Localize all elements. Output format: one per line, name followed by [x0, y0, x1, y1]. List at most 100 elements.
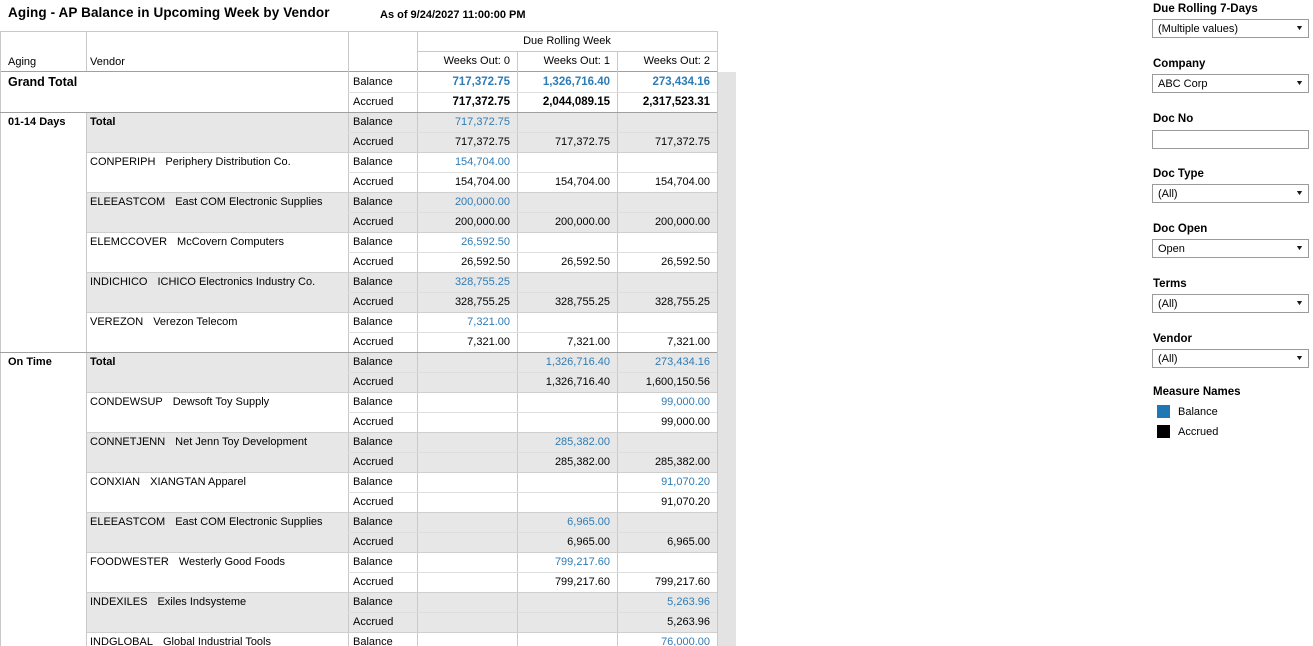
value-cell[interactable]: 154,704.00 — [617, 172, 717, 192]
value-cell[interactable]: 717,372.75 — [417, 112, 517, 132]
value-cell[interactable]: 91,070.20 — [617, 492, 717, 512]
value-cell[interactable]: 1,600,150.56 — [617, 372, 717, 392]
value-cell[interactable]: 7,321.00 — [617, 332, 717, 352]
value-cell[interactable] — [417, 472, 517, 492]
measure-label[interactable]: Accrued — [348, 372, 417, 392]
value-cell[interactable] — [417, 392, 517, 412]
value-cell[interactable]: 6,965.00 — [617, 532, 717, 552]
value-cell[interactable] — [417, 592, 517, 612]
value-cell[interactable]: 285,382.00 — [517, 452, 617, 472]
value-cell[interactable]: 99,000.00 — [617, 392, 717, 412]
column-header-weeks-out-0[interactable]: Weeks Out: 0 — [417, 51, 517, 71]
value-cell[interactable]: 1,326,716.40 — [517, 352, 617, 372]
value-cell[interactable] — [617, 512, 717, 532]
total-cell[interactable]: Total — [86, 112, 348, 132]
measure-label[interactable]: Accrued — [348, 132, 417, 152]
value-cell[interactable] — [517, 592, 617, 612]
measure-label[interactable]: Accrued — [348, 532, 417, 552]
value-cell[interactable]: 7,321.00 — [417, 312, 517, 332]
vendor-cell[interactable]: ELEEASTCOMEast COM Electronic Supplies — [86, 512, 348, 532]
value-cell[interactable] — [517, 612, 617, 632]
measure-label[interactable]: Balance — [348, 432, 417, 452]
column-header-due-rolling-week[interactable]: Due Rolling Week — [417, 31, 717, 51]
vendor-cell[interactable]: ELEMCCOVERMcCovern Computers — [86, 232, 348, 252]
value-cell[interactable]: 6,965.00 — [517, 512, 617, 532]
value-cell[interactable] — [417, 352, 517, 372]
value-cell[interactable]: 200,000.00 — [617, 212, 717, 232]
value-cell[interactable] — [517, 472, 617, 492]
value-cell[interactable]: 1,326,716.40 — [517, 372, 617, 392]
value-cell[interactable]: 154,704.00 — [417, 172, 517, 192]
vendor-cell[interactable]: INDGLOBALGlobal Industrial Tools — [86, 632, 348, 646]
value-cell[interactable]: 285,382.00 — [617, 452, 717, 472]
value-cell[interactable]: 5,263.96 — [617, 592, 717, 612]
measure-label[interactable]: Balance — [348, 112, 417, 132]
measure-label[interactable]: Accrued — [348, 332, 417, 352]
value-cell[interactable]: 200,000.00 — [417, 212, 517, 232]
measure-label[interactable]: Balance — [348, 352, 417, 372]
value-cell[interactable]: 799,217.60 — [617, 572, 717, 592]
value-cell[interactable]: 328,755.25 — [617, 292, 717, 312]
value-cell[interactable] — [617, 552, 717, 572]
value-cell[interactable] — [417, 532, 517, 552]
legend-item-accrued[interactable]: Accrued — [1152, 425, 1309, 438]
grand-total-cell[interactable]: Grand Total — [0, 72, 348, 112]
value-cell[interactable]: 5,263.96 — [617, 612, 717, 632]
value-cell[interactable]: 273,434.16 — [617, 352, 717, 372]
value-cell[interactable] — [417, 432, 517, 452]
measure-label[interactable]: Balance — [348, 72, 417, 92]
measure-label[interactable]: Accrued — [348, 452, 417, 472]
aging-section-label[interactable]: 01-14 Days — [0, 112, 86, 132]
value-cell[interactable] — [517, 392, 617, 412]
value-cell[interactable] — [617, 232, 717, 252]
value-cell[interactable]: 717,372.75 — [417, 92, 517, 112]
measure-label[interactable]: Accrued — [348, 92, 417, 112]
value-cell[interactable]: 1,326,716.40 — [517, 72, 617, 92]
value-cell[interactable] — [417, 492, 517, 512]
value-cell[interactable] — [417, 632, 517, 646]
doc-no-input[interactable] — [1152, 130, 1309, 149]
value-cell[interactable]: 717,372.75 — [417, 72, 517, 92]
measure-label[interactable]: Accrued — [348, 412, 417, 432]
column-header-weeks-out-1[interactable]: Weeks Out: 1 — [517, 51, 617, 71]
vendor-cell[interactable]: VEREZONVerezon Telecom — [86, 312, 348, 332]
company-dropdown[interactable]: ABC Corp ▼ — [1152, 74, 1309, 93]
value-cell[interactable] — [517, 112, 617, 132]
measure-label[interactable]: Balance — [348, 312, 417, 332]
value-cell[interactable] — [417, 512, 517, 532]
value-cell[interactable]: 2,317,523.31 — [617, 92, 717, 112]
value-cell[interactable]: 26,592.50 — [417, 252, 517, 272]
value-cell[interactable] — [617, 152, 717, 172]
value-cell[interactable]: 200,000.00 — [517, 212, 617, 232]
value-cell[interactable]: 328,755.25 — [417, 292, 517, 312]
value-cell[interactable]: 99,000.00 — [617, 412, 717, 432]
measure-label[interactable]: Balance — [348, 552, 417, 572]
column-header-vendor[interactable]: Vendor — [86, 31, 348, 71]
value-cell[interactable] — [417, 452, 517, 472]
doc-type-dropdown[interactable]: (All) ▼ — [1152, 184, 1309, 203]
value-cell[interactable]: 799,217.60 — [517, 552, 617, 572]
value-cell[interactable] — [517, 412, 617, 432]
value-cell[interactable]: 717,372.75 — [617, 132, 717, 152]
value-cell[interactable] — [417, 572, 517, 592]
value-cell[interactable] — [617, 432, 717, 452]
value-cell[interactable]: 328,755.25 — [417, 272, 517, 292]
vendor-cell[interactable]: CONNETJENNNet Jenn Toy Development — [86, 432, 348, 452]
value-cell[interactable]: 200,000.00 — [417, 192, 517, 212]
measure-label[interactable]: Accrued — [348, 252, 417, 272]
measure-label[interactable]: Balance — [348, 272, 417, 292]
value-cell[interactable] — [517, 632, 617, 646]
value-cell[interactable] — [517, 152, 617, 172]
value-cell[interactable]: 26,592.50 — [517, 252, 617, 272]
value-cell[interactable]: 328,755.25 — [517, 292, 617, 312]
value-cell[interactable] — [517, 192, 617, 212]
value-cell[interactable]: 285,382.00 — [517, 432, 617, 452]
legend-item-balance[interactable]: Balance — [1152, 405, 1309, 418]
value-cell[interactable]: 2,044,089.15 — [517, 92, 617, 112]
value-cell[interactable]: 26,592.50 — [617, 252, 717, 272]
measure-label[interactable]: Balance — [348, 392, 417, 412]
value-cell[interactable]: 7,321.00 — [517, 332, 617, 352]
value-cell[interactable] — [517, 272, 617, 292]
column-header-aging[interactable]: Aging — [0, 31, 86, 71]
aging-section-label[interactable]: On Time — [0, 352, 86, 372]
